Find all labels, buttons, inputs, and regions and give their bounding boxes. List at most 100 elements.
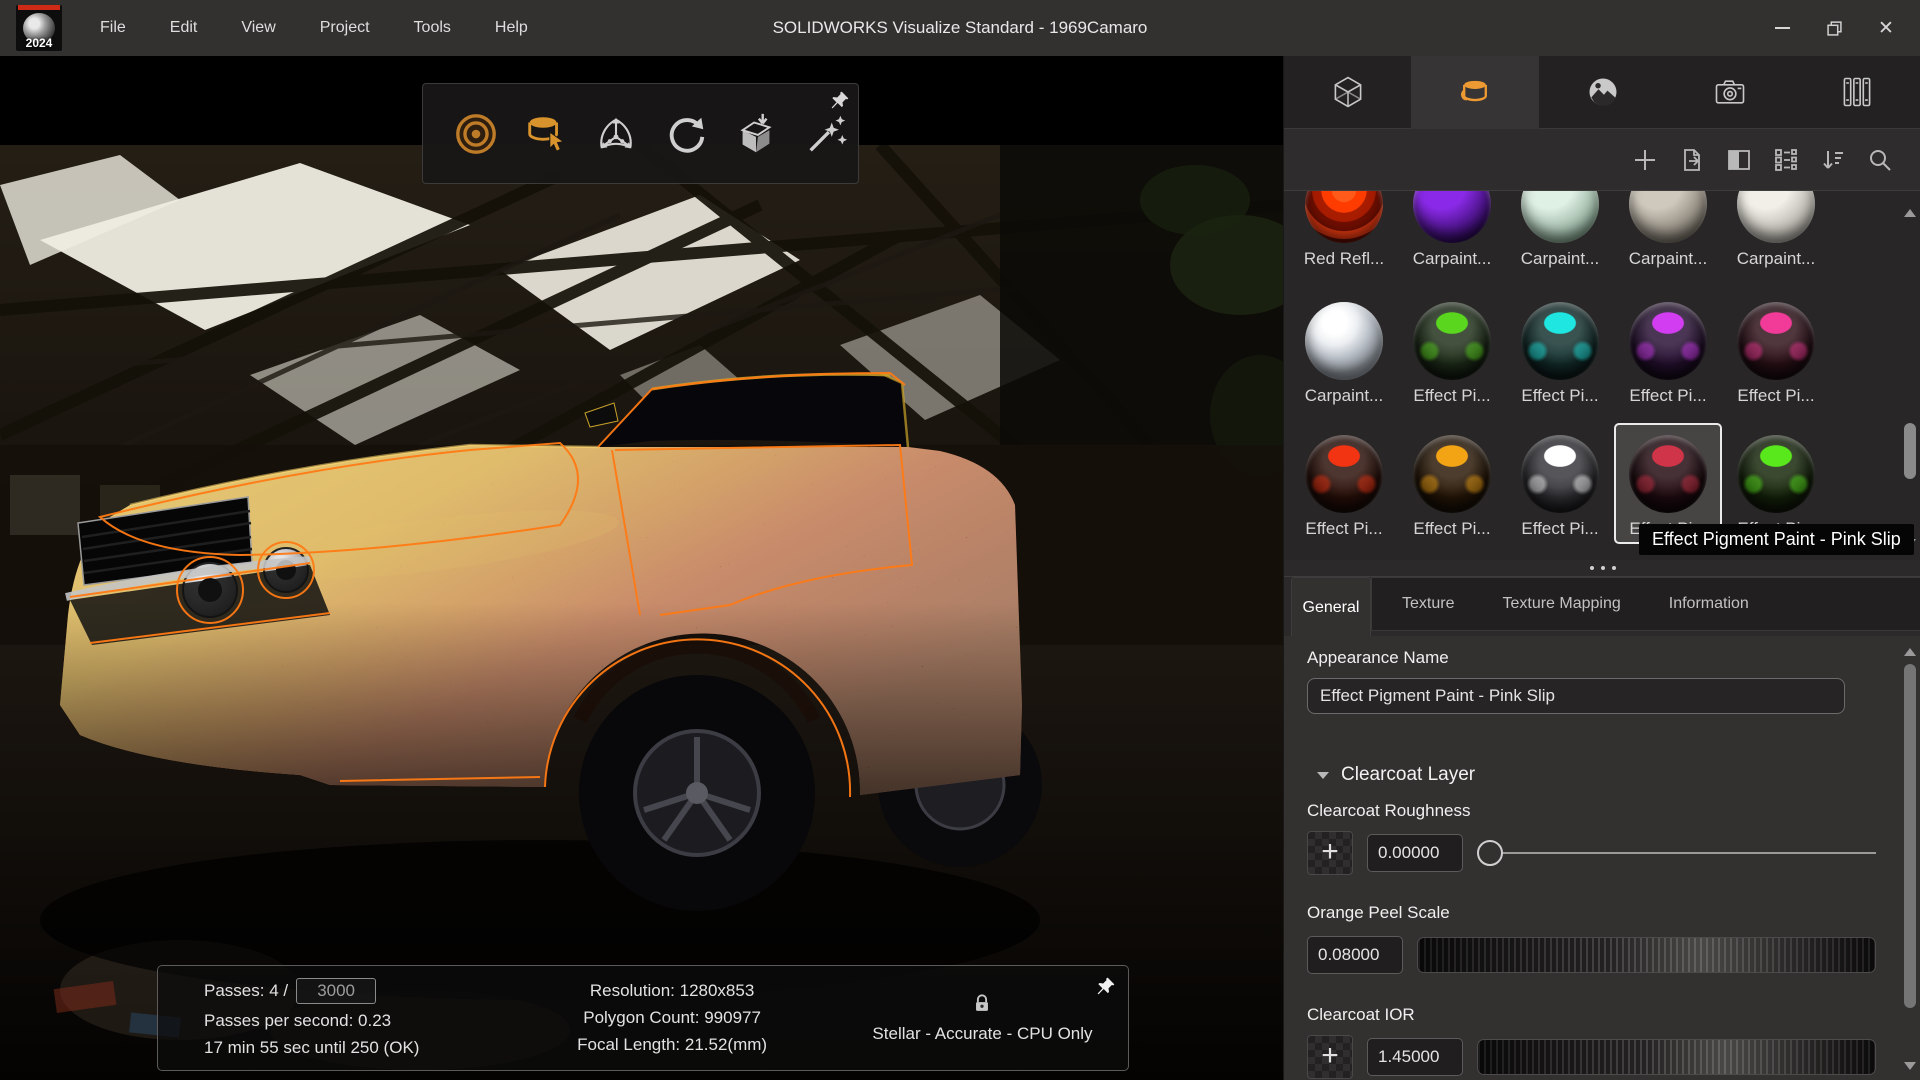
appearance-swatch[interactable]: Effect Pi... [1398,302,1506,406]
pin-icon[interactable] [1096,976,1116,996]
add-texture-button[interactable]: + [1307,1035,1353,1079]
appearance-name-input[interactable] [1307,678,1845,714]
plus-icon: + [1321,837,1339,867]
value-input[interactable] [1307,936,1403,974]
swatch-label: Effect Pi... [1413,386,1490,406]
swatch-label: Carpaint... [1629,249,1707,269]
swatch-sphere [1629,435,1707,513]
scroll-up-icon[interactable] [1904,648,1916,656]
tab-general[interactable]: General [1291,577,1371,638]
swatch-sphere [1305,435,1383,513]
swatch-sphere [1521,190,1599,243]
appearance-name-label: Appearance Name [1307,648,1876,668]
appearance-swatch[interactable]: Carpaint... [1506,190,1614,269]
viewport[interactable]: Passes: 4 / 3000 Passes per second: 0.23… [0,56,1283,1080]
rotate-tool[interactable] [663,111,709,157]
target-select-tool[interactable] [453,111,499,157]
thumbnail-view-button[interactable] [1773,147,1799,173]
swatch-sphere [1629,302,1707,380]
properties-scrollbar[interactable] [1903,642,1917,1080]
menu-item-project[interactable]: Project [298,0,392,56]
add-texture-button[interactable]: + [1307,831,1353,875]
search-button[interactable] [1867,147,1893,173]
environment-box-icon [733,111,779,157]
render-mode: Stellar - Accurate - CPU Only [872,1024,1092,1044]
minimize-icon [1775,27,1790,29]
swatch-label: Carpaint... [1413,249,1491,269]
menu-item-tools[interactable]: Tools [392,0,473,56]
appearance-swatch[interactable]: Effect Pi... [1506,435,1614,544]
tab-cameras[interactable] [1666,56,1793,129]
tooltip: Effect Pigment Paint - Pink Slip [1639,524,1914,555]
tab-texture-mapping[interactable]: Texture Mapping [1502,595,1620,613]
minimize-button[interactable] [1756,0,1808,56]
slider[interactable] [1477,840,1876,866]
search-icon [1867,147,1893,173]
pin-icon[interactable] [830,90,850,110]
restore-button[interactable] [1808,0,1860,56]
swatch-label: Carpaint... [1521,249,1599,269]
panel-splitter[interactable] [1284,560,1920,576]
slider[interactable] [1477,1039,1876,1075]
passes-total-field[interactable]: 3000 [296,978,376,1004]
clearcoat-section-header[interactable]: Clearcoat Layer [1307,764,1876,786]
slider-handle[interactable] [1477,840,1503,866]
tab-texture[interactable]: Texture [1402,595,1454,613]
clearcoat-fields: Clearcoat Roughness+Orange Peel ScaleCle… [1307,801,1876,1079]
appearance-swatch[interactable]: Carpaint... [1614,190,1722,269]
logo-red-bar [18,5,60,10]
close-button[interactable]: ✕ [1860,0,1912,56]
polygon-count: Polygon Count: 990977 [583,1008,761,1028]
split-view-button[interactable] [1726,147,1752,173]
appearance-swatch[interactable]: Effect Pi... [1506,302,1614,406]
paint-bucket-apply-icon [523,111,569,157]
logo-year: 2024 [16,36,62,50]
appearance-swatch[interactable]: Carpaint... [1398,190,1506,269]
appearance-swatch[interactable]: Effect Pi... [1614,302,1722,406]
value-input[interactable] [1367,1038,1463,1076]
appearance-swatch[interactable]: Red Refl... [1290,190,1398,269]
appearance-swatch[interactable]: Effect Pi... [1398,435,1506,544]
lock-icon [971,993,993,1015]
palette-scrollbar[interactable] [1903,191,1917,561]
swatch-label: Effect Pi... [1413,519,1490,539]
app-logo[interactable]: 2024 [16,5,62,51]
menu-item-file[interactable]: File [78,0,148,56]
paint-apply-tool[interactable] [523,111,569,157]
field-label: Clearcoat Roughness [1307,801,1876,821]
property-field: Clearcoat Roughness + [1307,801,1876,875]
scroll-up-icon[interactable] [1904,209,1916,217]
magic-wand-icon [803,111,849,157]
appearance-swatch[interactable]: Carpaint... [1290,302,1398,406]
tab-libraries[interactable] [1794,56,1920,129]
field-label: Clearcoat IOR [1307,1005,1876,1025]
menu-item-help[interactable]: Help [473,0,550,56]
appearance-swatch[interactable]: Effect Pi... [1290,435,1398,544]
add-appearance-button[interactable] [1632,147,1658,173]
environments-image-icon [1585,74,1621,110]
appearance-swatch[interactable]: Effect Pi... [1722,302,1830,406]
tab-models[interactable] [1284,56,1411,129]
sort-button[interactable] [1820,147,1846,173]
tab-information[interactable]: Information [1669,595,1749,613]
menu-item-view[interactable]: View [219,0,297,56]
swatch-row: Carpaint...Effect Pi...Effect Pi...Effec… [1290,302,1830,406]
property-field: Clearcoat IOR + [1307,1005,1876,1079]
value-input[interactable] [1367,834,1463,872]
export-button[interactable] [1679,147,1705,173]
environment-box-tool[interactable] [733,111,779,157]
window-controls: ✕ [1756,0,1912,56]
appearance-swatch[interactable]: Carpaint... [1722,190,1830,269]
menu-item-edit[interactable]: Edit [148,0,220,56]
slider[interactable] [1417,937,1876,973]
scroll-down-icon[interactable] [1904,1062,1916,1070]
pivot-move-tool[interactable] [593,111,639,157]
swatch-sphere [1737,190,1815,243]
swatch-sphere [1305,190,1383,243]
thumbnail-grid-icon [1773,147,1799,173]
restore-icon [1827,21,1842,36]
tab-appearances[interactable] [1411,56,1538,129]
swatch-label: Effect Pi... [1521,519,1598,539]
tab-environments[interactable] [1539,56,1666,129]
magic-wand-tool[interactable] [803,111,849,157]
